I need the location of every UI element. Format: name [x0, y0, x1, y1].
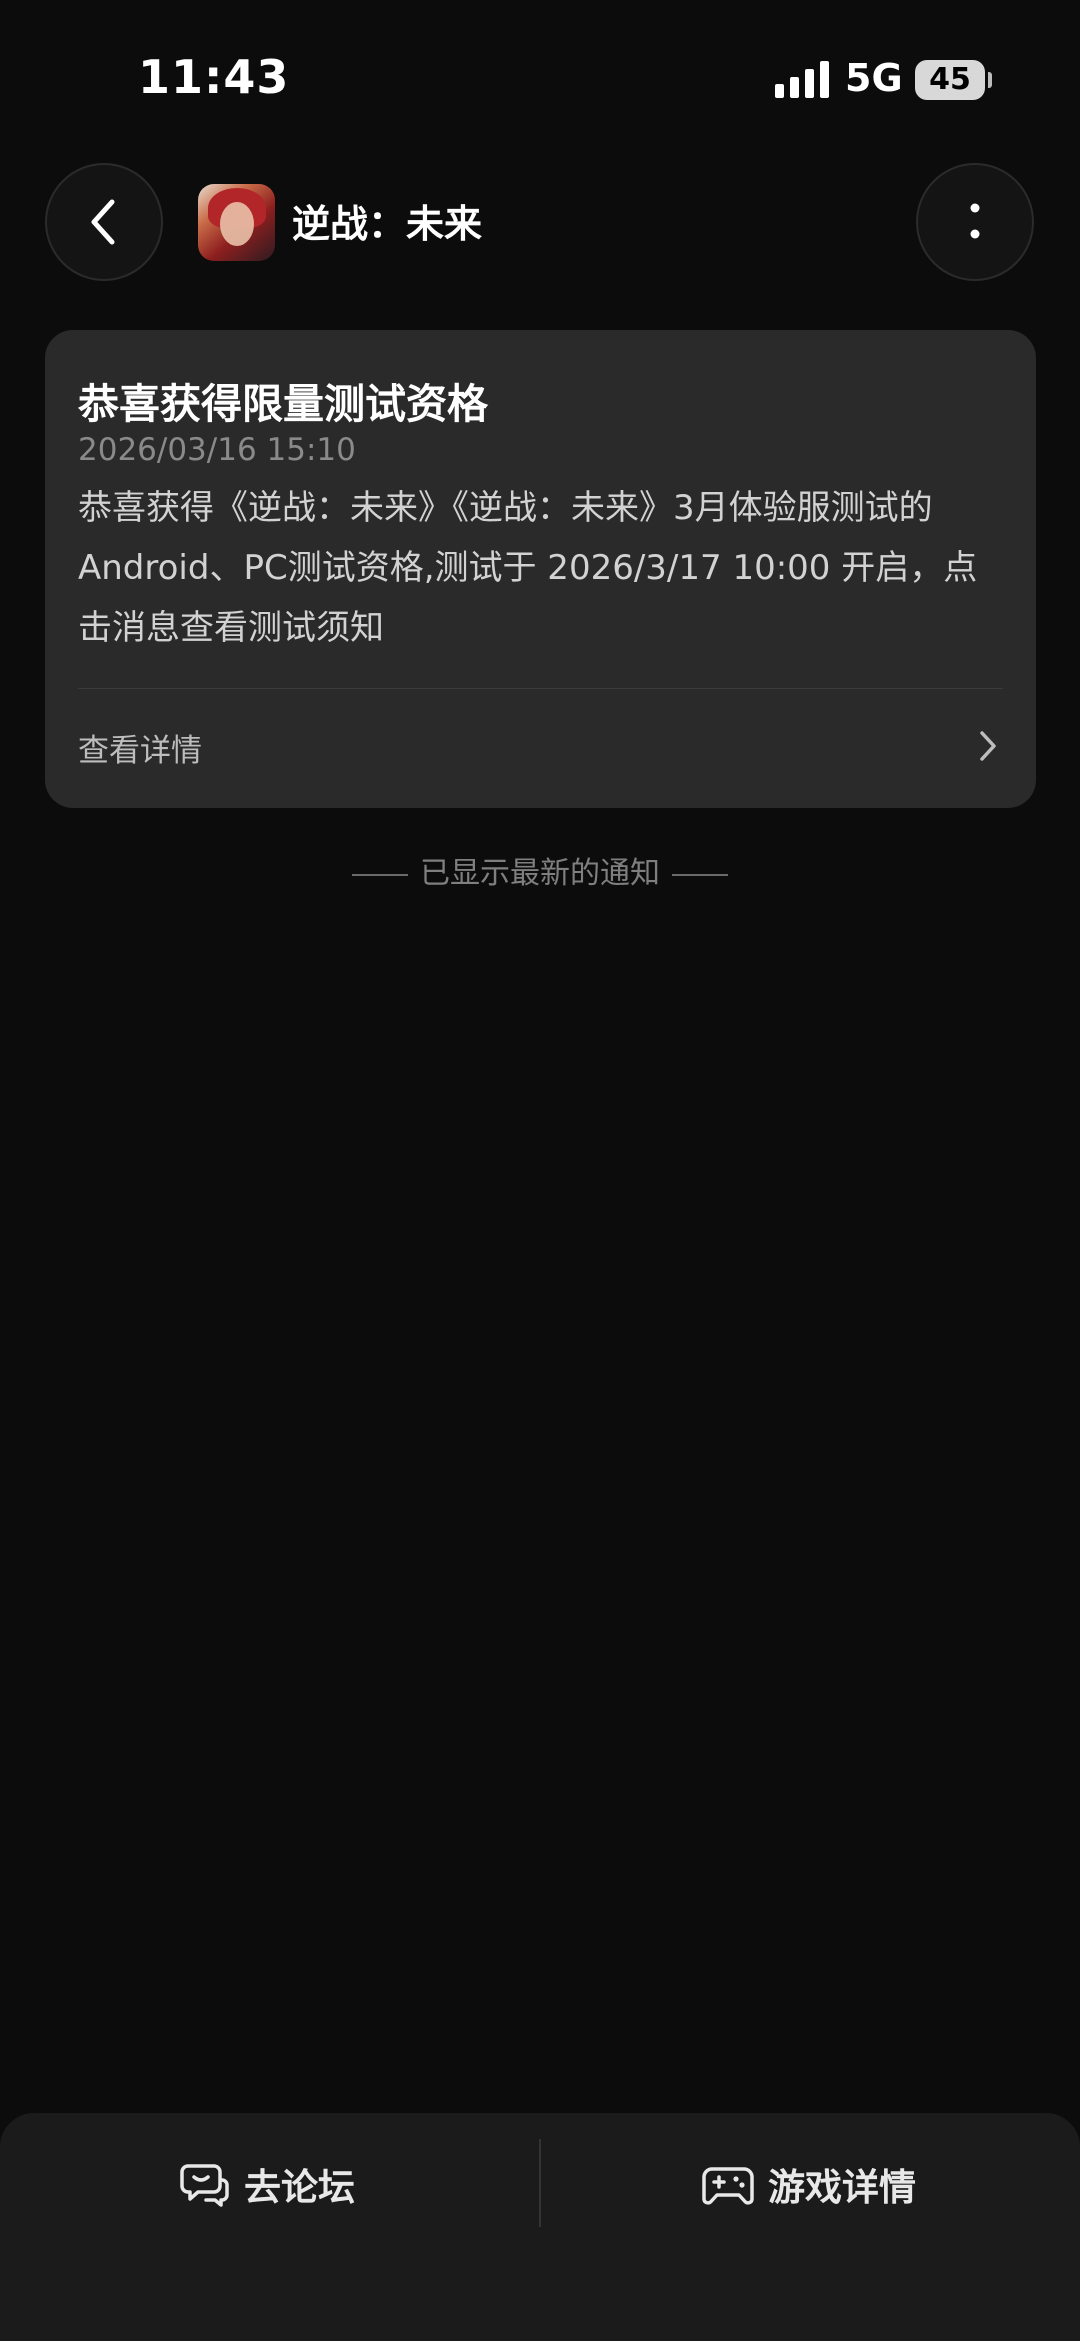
status-time: 11:43 [138, 50, 290, 104]
game-details-label: 游戏详情 [768, 2166, 916, 2209]
go-to-forum-label: 去论坛 [244, 2166, 355, 2209]
divider-line-right [672, 873, 728, 876]
notification-timestamp: 2026/03/16 15:10 [78, 432, 356, 468]
gamepad-icon [702, 2167, 754, 2205]
bottom-bar-divider [539, 2139, 541, 2227]
view-details-link[interactable]: 查看详情 [78, 725, 202, 770]
status-bar: 11:43 5G 45 [0, 0, 1080, 160]
bottom-action-bar: 去论坛 游戏详情 [0, 2113, 1080, 2341]
app-icon[interactable] [198, 184, 275, 261]
back-icon [91, 199, 115, 245]
network-type: 5G [845, 56, 903, 100]
notification-card[interactable]: 恭喜获得限量测试资格 2026/03/16 15:10 恭喜获得《逆战：未来》《… [45, 330, 1036, 808]
more-vertical-icon [970, 203, 980, 239]
notification-body: 恭喜获得《逆战：未来》《逆战：未来》3月体验服测试的Android、PC测试资格… [78, 488, 978, 648]
game-details-button[interactable]: 游戏详情 [702, 2149, 916, 2219]
back-button[interactable] [45, 163, 163, 281]
end-of-notifications-note: 已显示最新的通知 [0, 848, 1080, 892]
divider-line-left [352, 873, 408, 876]
chevron-right-icon[interactable] [973, 728, 1003, 764]
end-note-text: 已显示最新的通知 [420, 856, 660, 891]
battery-tip [988, 72, 992, 88]
go-to-forum-button[interactable]: 去论坛 [180, 2149, 355, 2219]
battery-icon: 45 [915, 60, 985, 100]
signal-icon [775, 60, 831, 98]
more-options-button[interactable] [916, 163, 1034, 281]
forum-chat-icon [180, 2164, 229, 2207]
notification-title: 恭喜获得限量测试资格 [78, 380, 488, 428]
app-title[interactable]: 逆战：未来 [292, 193, 482, 248]
card-divider [78, 688, 1003, 689]
